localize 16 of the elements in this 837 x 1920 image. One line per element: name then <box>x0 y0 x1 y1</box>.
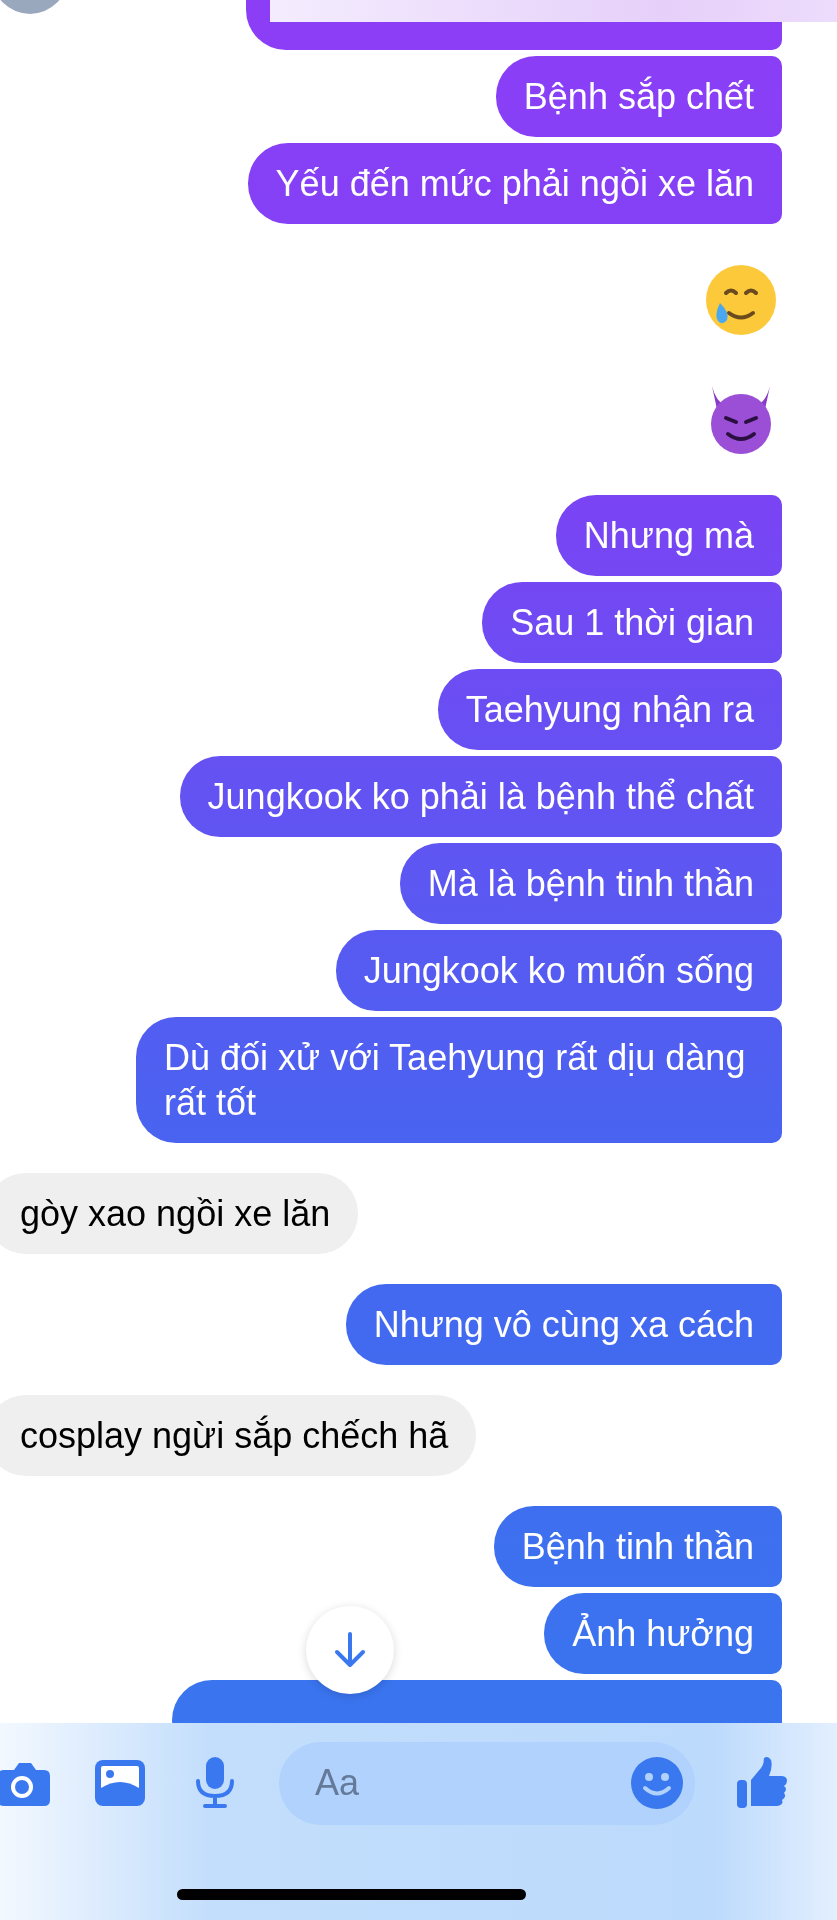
message-bubble: Mà là bệnh tinh thần <box>399 843 782 924</box>
message-field[interactable]: Aa <box>279 1741 695 1825</box>
message-bubble: Ảnh hưởng <box>544 1593 782 1674</box>
message-bubble: Nhưng mà <box>555 495 782 576</box>
message-input-field[interactable]: Aa <box>313 1761 631 1805</box>
message-bubble: Dù đối xử với Taehyung rất dịu dàng rất tốt <box>136 1017 782 1143</box>
message-bubble: Sau 1 thời gian <box>482 582 782 663</box>
message-bubble: Taehyung nhận ra <box>437 669 782 750</box>
message-bubble: Jungkook ko phải là bệnh thể chất <box>179 756 782 837</box>
message-bubble: gòy xao ngồi xe lăn <box>0 1173 359 1254</box>
message-bubble: Nhưng vô cùng xa cách <box>345 1284 782 1365</box>
message-bubble: Bệnh sắp chết <box>495 56 782 137</box>
message-bubble: Yếu đến mức phải ngồi xe lăn <box>247 143 782 224</box>
message-bubble: Jungkook ko muốn sống <box>335 930 782 1011</box>
message-bubble: Bệnh tinh thần <box>493 1506 782 1587</box>
message-bubble: cosplay ngừi sắp chếch hã <box>0 1395 477 1476</box>
